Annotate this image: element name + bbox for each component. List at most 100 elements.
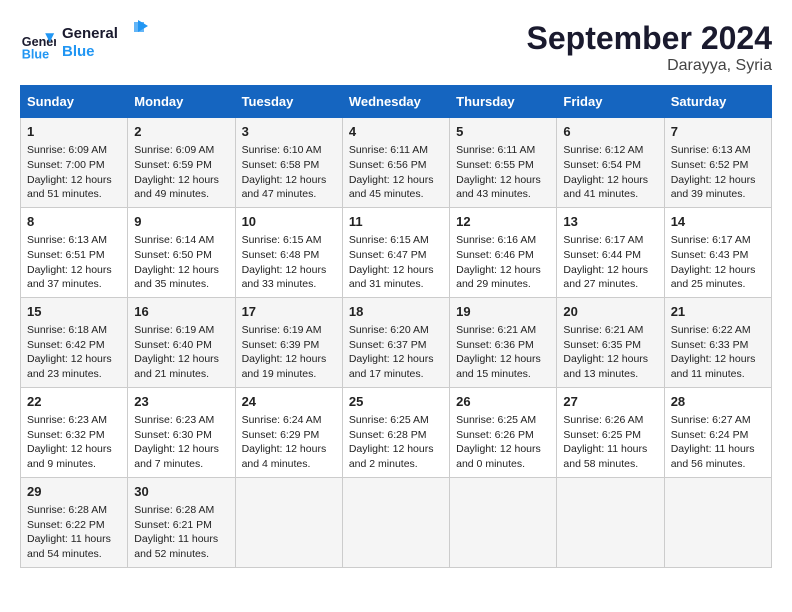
sunrise-label: Sunrise: 6:15 AM	[349, 234, 429, 246]
daylight-minutes: and 11 minutes.	[671, 368, 745, 380]
sunrise-label: Sunrise: 6:25 AM	[456, 414, 536, 426]
sunrise-label: Sunrise: 6:14 AM	[134, 234, 214, 246]
col-monday: Monday	[128, 86, 235, 118]
daylight-minutes: and 56 minutes.	[671, 458, 746, 470]
sunset-label: Sunset: 6:50 PM	[134, 249, 212, 261]
sunrise-label: Sunrise: 6:24 AM	[242, 414, 322, 426]
sunset-label: Sunset: 6:56 PM	[349, 159, 427, 171]
day-number: 11	[349, 213, 443, 231]
month-title: September 2024	[527, 20, 772, 57]
daylight-label: Daylight: 12 hours	[456, 174, 541, 186]
daylight-label: Daylight: 12 hours	[134, 174, 219, 186]
daylight-label: Daylight: 12 hours	[27, 264, 112, 276]
daylight-minutes: and 29 minutes.	[456, 278, 531, 290]
calendar-week-1: 1Sunrise: 6:09 AMSunset: 7:00 PMDaylight…	[21, 118, 772, 208]
calendar-week-2: 8 Sunrise: 6:13 AM Sunset: 6:51 PM Daylight…	[21, 207, 772, 297]
sunset-label: Sunset: 6:51 PM	[27, 249, 105, 261]
daylight-label: Daylight: 12 hours	[349, 443, 434, 455]
daylight-minutes: and 43 minutes.	[456, 188, 531, 200]
daylight-minutes: and 2 minutes.	[349, 458, 418, 470]
daylight-label: Daylight: 12 hours	[671, 353, 756, 365]
sunrise-label: Sunrise: 6:16 AM	[456, 234, 536, 246]
calendar-cell-day-21: 21Sunrise: 6:22 AMSunset: 6:33 PMDayligh…	[664, 297, 771, 387]
sunset-label: Sunset: 6:48 PM	[242, 249, 320, 261]
sunset-label: Sunset: 6:40 PM	[134, 339, 212, 351]
col-thursday: Thursday	[450, 86, 557, 118]
daylight-label: Daylight: 12 hours	[456, 264, 541, 276]
calendar-cell-empty	[664, 477, 771, 567]
sunrise-label: Sunrise: 6:11 AM	[456, 144, 535, 156]
day-number: 4	[349, 123, 443, 141]
daylight-minutes: and 37 minutes.	[27, 278, 102, 290]
daylight-minutes: and 19 minutes.	[242, 368, 317, 380]
calendar-cell-day-6: 6Sunrise: 6:12 AMSunset: 6:54 PMDaylight…	[557, 118, 664, 208]
day-number: 25	[349, 393, 443, 411]
calendar-week-4: 22Sunrise: 6:23 AMSunset: 6:32 PMDayligh…	[21, 387, 772, 477]
sunrise-label: Sunrise: 6:23 AM	[134, 414, 214, 426]
daylight-label: Daylight: 12 hours	[349, 353, 434, 365]
sunrise-label: Sunrise: 6:17 AM	[563, 234, 643, 246]
daylight-minutes: and 52 minutes.	[134, 548, 209, 560]
daylight-label: Daylight: 12 hours	[27, 443, 112, 455]
daylight-minutes: and 49 minutes.	[134, 188, 209, 200]
sunset-label: Sunset: 6:54 PM	[563, 159, 641, 171]
daylight-label: Daylight: 11 hours	[671, 443, 755, 455]
sunset-label: Sunset: 6:52 PM	[671, 159, 749, 171]
daylight-minutes: and 15 minutes.	[456, 368, 531, 380]
daylight-minutes: and 7 minutes.	[134, 458, 203, 470]
sunrise-label: Sunrise: 6:20 AM	[349, 324, 429, 336]
calendar-header-row: Sunday Monday Tuesday Wednesday Thursday…	[21, 86, 772, 118]
calendar-cell-day-26: 26Sunrise: 6:25 AMSunset: 6:26 PMDayligh…	[450, 387, 557, 477]
svg-text:General: General	[62, 25, 118, 42]
calendar-cell-day-17: 17Sunrise: 6:19 AMSunset: 6:39 PMDayligh…	[235, 297, 342, 387]
sunset-label: Sunset: 6:43 PM	[671, 249, 749, 261]
sunset-label: Sunset: 6:24 PM	[671, 429, 749, 441]
sunset-label: Sunset: 6:59 PM	[134, 159, 212, 171]
day-number: 15	[27, 303, 121, 321]
sunset-label: Sunset: 6:25 PM	[563, 429, 641, 441]
day-number: 22	[27, 393, 121, 411]
daylight-minutes: and 47 minutes.	[242, 188, 317, 200]
daylight-label: Daylight: 12 hours	[27, 174, 112, 186]
sunrise-label: Sunrise: 6:27 AM	[671, 414, 751, 426]
daylight-label: Daylight: 12 hours	[134, 264, 219, 276]
sunrise-label: Sunrise: 6:15 AM	[242, 234, 322, 246]
daylight-minutes: and 54 minutes.	[27, 548, 102, 560]
calendar-cell-day-4: 4Sunrise: 6:11 AMSunset: 6:56 PMDaylight…	[342, 118, 449, 208]
day-number: 5	[456, 123, 550, 141]
sunrise-label: Sunrise: 6:10 AM	[242, 144, 322, 156]
sunset-label: Sunset: 6:58 PM	[242, 159, 320, 171]
calendar-cell-empty	[450, 477, 557, 567]
daylight-minutes: and 13 minutes.	[563, 368, 638, 380]
day-number: 23	[134, 393, 228, 411]
daylight-minutes: and 31 minutes.	[349, 278, 424, 290]
calendar-cell-day-5: 5Sunrise: 6:11 AMSunset: 6:55 PMDaylight…	[450, 118, 557, 208]
sunrise-label: Sunrise: 6:22 AM	[671, 324, 751, 336]
sunset-label: Sunset: 6:35 PM	[563, 339, 641, 351]
col-wednesday: Wednesday	[342, 86, 449, 118]
sunset-label: Sunset: 6:28 PM	[349, 429, 427, 441]
col-friday: Friday	[557, 86, 664, 118]
sunset-label: Sunset: 6:44 PM	[563, 249, 641, 261]
day-number: 19	[456, 303, 550, 321]
sunset-label: Sunset: 6:39 PM	[242, 339, 320, 351]
sunset-label: Sunset: 6:29 PM	[242, 429, 320, 441]
page-header: General Blue General Blue September 2024…	[20, 20, 772, 75]
day-number: 8	[27, 213, 121, 231]
sunrise-label: Sunrise: 6:19 AM	[242, 324, 322, 336]
sunset-label: Sunset: 6:36 PM	[456, 339, 534, 351]
logo: General Blue General Blue	[20, 20, 152, 67]
col-saturday: Saturday	[664, 86, 771, 118]
day-number: 9	[134, 213, 228, 231]
calendar-cell-day-29: 29Sunrise: 6:28 AMSunset: 6:22 PMDayligh…	[21, 477, 128, 567]
day-number: 3	[242, 123, 336, 141]
day-number: 24	[242, 393, 336, 411]
calendar-cell-day-19: 19Sunrise: 6:21 AMSunset: 6:36 PMDayligh…	[450, 297, 557, 387]
sunrise-label: Sunrise: 6:09 AM	[134, 144, 214, 156]
day-number: 10	[242, 213, 336, 231]
daylight-label: Daylight: 12 hours	[242, 353, 327, 365]
day-number: 14	[671, 213, 765, 231]
col-sunday: Sunday	[21, 86, 128, 118]
sunrise-label: Sunrise: 6:13 AM	[27, 234, 107, 246]
daylight-minutes: and 21 minutes.	[134, 368, 209, 380]
